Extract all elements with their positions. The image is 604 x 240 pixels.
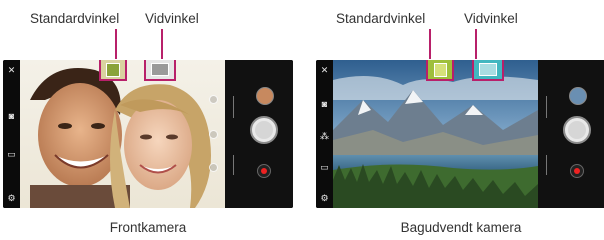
gallery-thumbnail[interactable] [256,87,274,105]
wide-angle-icon [479,63,497,76]
rear-standard-angle-button[interactable] [426,60,454,81]
camera-switch-icon[interactable]: ◙ [7,112,16,121]
shutter-button[interactable] [250,116,278,144]
slider-track [233,96,238,118]
left-standard-callout-line [115,29,117,59]
rear-camera-caption: Bagudvendt kamera [400,220,522,235]
camera-sidebar: ✕ ◙ ⁂ ▭ ⚙ [316,60,333,208]
selfie-photo [20,60,225,208]
front-camera-screen: ✕ ◙ ▭ ⚙ [3,60,293,208]
right-standard-callout-line [429,29,431,59]
gallery-thumbnail[interactable] [569,87,587,105]
menu-icon[interactable]: ▭ [320,163,329,172]
slider-track-2 [546,155,551,175]
wide-angle-icon [151,63,169,76]
camera-control-panel [225,60,293,208]
filter-button[interactable] [209,130,218,139]
flash-icon[interactable]: ✕ [320,66,329,75]
rear-camera-viewfinder[interactable] [333,60,538,208]
front-wide-angle-button[interactable] [144,60,176,81]
landscape-photo [333,60,538,208]
camera-sidebar: ✕ ◙ ▭ ⚙ [3,60,20,208]
front-standard-angle-button[interactable] [99,60,127,81]
shutter-button[interactable] [563,116,591,144]
settings-icon[interactable]: ⚙ [320,194,329,203]
record-button[interactable] [257,164,271,178]
standard-angle-icon [433,62,447,77]
rear-wide-angle-button[interactable] [472,60,504,81]
record-button[interactable] [570,164,584,178]
flash-icon[interactable]: ✕ [7,66,16,75]
brightness-button[interactable] [209,163,218,172]
mode-icon[interactable]: ⁂ [320,132,329,141]
camera-switch-icon[interactable]: ◙ [320,100,329,109]
right-wide-callout-line [475,29,477,59]
rear-camera-screen: ✕ ◙ ⁂ ▭ ⚙ [316,60,604,208]
camera-control-panel [538,60,604,208]
front-camera-caption: Frontkamera [109,220,187,235]
right-standard-angle-label: Standardvinkel [336,11,426,26]
right-wide-angle-label: Vidvinkel [464,11,518,26]
left-standard-angle-label: Standardvinkel [30,11,120,26]
left-wide-angle-label: Vidvinkel [145,11,199,26]
slider-track-2 [233,155,238,175]
beauty-button[interactable] [209,95,218,104]
front-camera-viewfinder[interactable] [20,60,225,208]
slider-track [546,96,551,118]
mode-icon[interactable]: ▭ [7,150,16,159]
left-wide-callout-line [161,29,163,59]
settings-icon[interactable]: ⚙ [7,194,16,203]
standard-angle-icon [106,62,120,77]
